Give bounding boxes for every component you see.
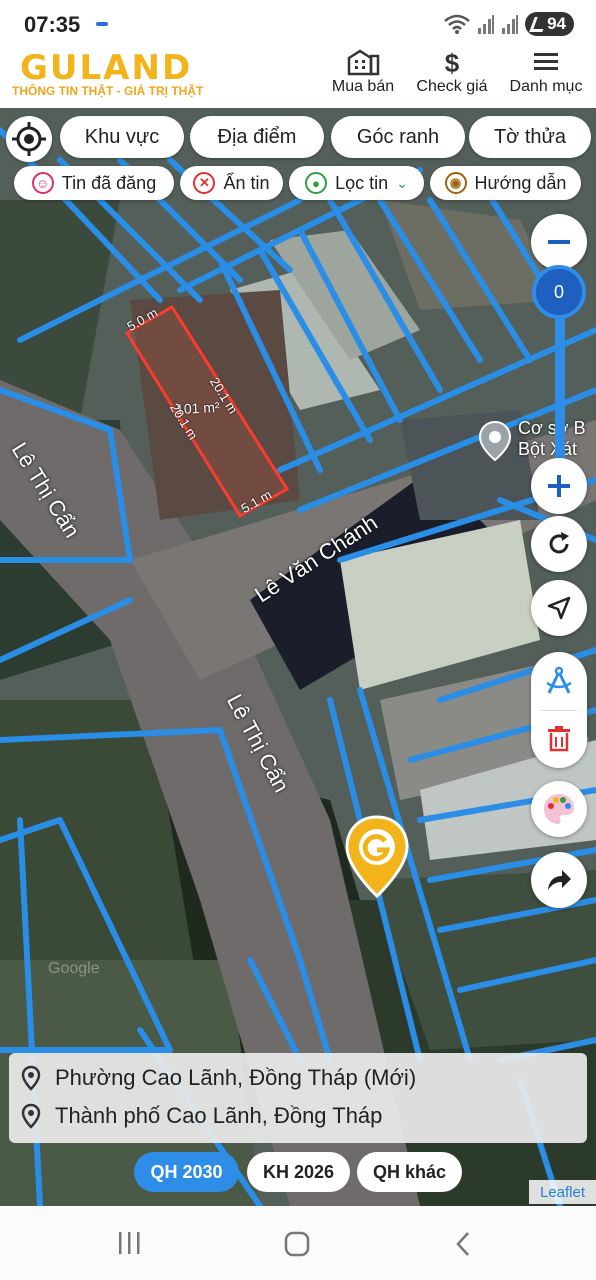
address-panel: Phường Cao Lãnh, Đồng Tháp (Mới) Thành p… [9, 1053, 587, 1143]
delete-drawing-button[interactable] [531, 710, 587, 768]
hide-listings-label: Ẩn tin [223, 172, 270, 193]
posted-listings-button[interactable]: ☺ Tin đã đăng [14, 166, 174, 200]
measure-tool-button[interactable] [531, 652, 587, 710]
menu-button[interactable]: Danh mục [506, 48, 586, 96]
navigation-arrow-icon [547, 596, 571, 620]
crosshair-icon [12, 122, 46, 156]
locate-me-button[interactable] [6, 116, 52, 162]
buy-sell-button[interactable]: Mua bán [330, 48, 396, 96]
location-pin-icon [21, 1065, 41, 1091]
filter-listings-button[interactable]: ● Lọc tin ⌄ [289, 166, 424, 200]
filter-listings-label: Lọc tin [335, 172, 389, 193]
signal-icon-2 [502, 15, 519, 34]
refresh-button[interactable] [531, 516, 587, 572]
home-button[interactable] [283, 1230, 311, 1263]
location-filter-button[interactable]: Địa điểm [190, 116, 324, 158]
corner-filter-button[interactable]: Góc ranh [331, 116, 465, 158]
poi-marker[interactable] [478, 420, 512, 467]
tab-qh-khac[interactable]: QH khác [357, 1152, 462, 1192]
posted-listings-label: Tin đã đăng [61, 172, 157, 193]
satellite-map [0, 108, 596, 1206]
zoom-slider-track[interactable] [555, 300, 565, 470]
guland-map-marker[interactable] [344, 814, 410, 905]
map-style-button[interactable] [531, 781, 587, 837]
battery-indicator: 94 [525, 12, 574, 36]
building-icon [330, 48, 396, 78]
dollar-icon: $ [444, 48, 460, 78]
minus-icon [548, 240, 570, 244]
drawing-tools [531, 652, 587, 768]
google-watermark: Google [48, 960, 100, 977]
guide-icon: ◉ [444, 172, 467, 194]
guide-button[interactable]: ◉ Hướng dẫn [430, 166, 581, 200]
poi-label-line1: Cơ sở B [518, 418, 586, 438]
status-time: 07:35 [24, 12, 81, 37]
brand-tagline: THÔNG TIN THẬT - GIÁ TRỊ THẬT [12, 84, 204, 98]
back-arrow-icon [456, 1232, 469, 1256]
chevron-down-icon: ⌄ [396, 174, 408, 191]
address-new-text: Phường Cao Lãnh, Đồng Tháp (Mới) [55, 1065, 417, 1090]
area-filter-button[interactable]: Khu vực [60, 116, 184, 158]
wifi-icon [444, 14, 470, 34]
signal-icon [478, 15, 495, 34]
guide-label: Hướng dẫn [474, 172, 567, 193]
poi-pin-icon [478, 420, 512, 462]
zoom-in-button[interactable] [531, 458, 587, 514]
brand-logo[interactable]: GULAND [20, 48, 192, 88]
status-icons: 94 [443, 12, 574, 36]
home-icon [284, 1231, 310, 1257]
location-pin-icon: ● [305, 172, 328, 194]
face-icon: ☺ [31, 172, 54, 194]
map-canvas[interactable]: 5.0 m 20.1 m 101 m² 20.1 m 5.1 m Lê Thị … [0, 108, 596, 1206]
notification-dot [96, 22, 108, 26]
menu-label: Danh mục [509, 78, 583, 95]
check-price-label: Check giá [416, 78, 488, 95]
zoom-level-knob[interactable]: 0 [532, 265, 586, 319]
check-price-button[interactable]: $ Check giá [414, 48, 490, 96]
leaflet-attribution[interactable]: Leaflet [529, 1180, 596, 1204]
buy-sell-label: Mua bán [331, 78, 395, 95]
parcel-sheet-button[interactable]: Tờ thửa [469, 116, 591, 158]
address-old-row: Thành phố Cao Lãnh, Đồng Tháp [21, 1103, 382, 1129]
system-nav-bar [0, 1206, 596, 1280]
compass-icon [546, 666, 572, 694]
hide-listings-button[interactable]: ✕ Ẩn tin [180, 166, 283, 200]
palette-icon [544, 794, 574, 824]
address-old-text: Thành phố Cao Lãnh, Đồng Tháp [55, 1103, 383, 1128]
trash-icon [548, 726, 570, 752]
navigate-button[interactable] [531, 580, 587, 636]
poi-label: Cơ sở B Bột Xát [518, 418, 586, 460]
recent-apps-icon [119, 1232, 140, 1254]
back-button[interactable] [452, 1230, 476, 1263]
menu-icon [506, 48, 586, 78]
refresh-icon [549, 532, 569, 554]
tab-qh-2030[interactable]: QH 2030 [134, 1152, 239, 1192]
app-header: GULAND THÔNG TIN THẬT - GIÁ TRỊ THẬT Mua… [0, 40, 596, 108]
zoom-out-button[interactable] [531, 214, 587, 270]
plus-icon [548, 475, 570, 497]
tab-kh-2026[interactable]: KH 2026 [247, 1152, 350, 1192]
location-pin-icon [21, 1103, 41, 1129]
poi-label-line2: Bột Xát [518, 439, 578, 459]
close-circle-icon: ✕ [193, 172, 216, 194]
share-button[interactable] [531, 852, 587, 908]
share-arrow-icon [548, 870, 571, 890]
recent-apps-button[interactable] [116, 1230, 144, 1261]
address-new-row: Phường Cao Lãnh, Đồng Tháp (Mới) [21, 1065, 416, 1091]
